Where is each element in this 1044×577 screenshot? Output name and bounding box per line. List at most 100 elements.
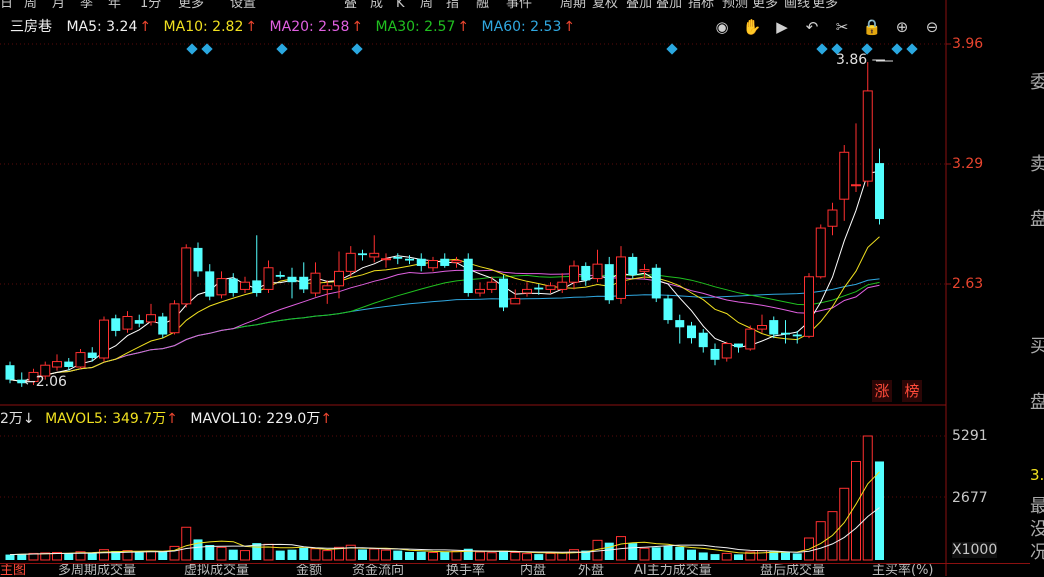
candle-body[interactable]: [604, 264, 614, 301]
candle-body[interactable]: [393, 256, 403, 259]
event-marker[interactable]: [906, 43, 918, 55]
candle-body[interactable]: [193, 247, 203, 272]
candle-body[interactable]: [405, 258, 414, 261]
volume-bar: [757, 550, 767, 561]
candle-body[interactable]: [122, 315, 133, 330]
candle-body[interactable]: [75, 352, 86, 368]
candle-body[interactable]: [734, 343, 743, 348]
event-marker[interactable]: [186, 43, 198, 55]
candle-body[interactable]: [499, 278, 508, 308]
candle-body[interactable]: [639, 269, 650, 272]
candle-body[interactable]: [146, 314, 156, 323]
event-marker[interactable]: [891, 43, 903, 55]
candle-body[interactable]: [710, 348, 720, 360]
candle-body[interactable]: [428, 260, 438, 269]
candle-body[interactable]: [463, 258, 473, 294]
ranking-badge[interactable]: 榜: [902, 380, 922, 402]
candle-body[interactable]: [745, 328, 756, 350]
candle-body[interactable]: [628, 256, 638, 275]
high-annotation: 3.86 —: [836, 52, 886, 68]
event-marker[interactable]: [276, 43, 288, 55]
candle-body[interactable]: [111, 318, 121, 331]
candle-body[interactable]: [64, 361, 74, 368]
volume-bar: [839, 487, 850, 561]
candle-body[interactable]: [381, 258, 391, 261]
candle-body[interactable]: [781, 332, 790, 335]
candle-body[interactable]: [52, 361, 62, 368]
arrow-left-icon: ←: [24, 374, 36, 390]
indicator-tab[interactable]: AI主力成交量: [634, 564, 712, 577]
candle-body[interactable]: [369, 252, 380, 258]
indicator-tab[interactable]: 主图: [0, 564, 26, 577]
indicator-tab[interactable]: 内盘: [520, 564, 546, 577]
event-marker[interactable]: [666, 43, 678, 55]
candle-body[interactable]: [675, 320, 685, 328]
candle-body[interactable]: [299, 276, 309, 290]
candle-body[interactable]: [510, 297, 521, 305]
candle-body[interactable]: [486, 281, 497, 290]
kline-chart[interactable]: [0, 0, 1044, 576]
candle-body[interactable]: [545, 285, 556, 290]
candle-body[interactable]: [334, 270, 344, 287]
candle-body[interactable]: [663, 298, 673, 321]
candle-body[interactable]: [475, 288, 485, 294]
candle-body[interactable]: [827, 209, 838, 227]
candle-body[interactable]: [769, 320, 779, 335]
indicator-tab[interactable]: 盘后成交量: [760, 564, 825, 577]
rise-list-badge[interactable]: 涨: [872, 380, 892, 402]
candle-body[interactable]: [757, 325, 767, 330]
candle-body[interactable]: [522, 288, 532, 294]
candle-body[interactable]: [451, 260, 462, 263]
candle-body[interactable]: [815, 227, 826, 278]
candle-body[interactable]: [569, 265, 579, 283]
candle-body[interactable]: [687, 325, 696, 339]
indicator-tab[interactable]: 多周期成交量: [58, 564, 136, 577]
candle-body[interactable]: [651, 267, 661, 299]
candle-body[interactable]: [698, 332, 708, 348]
candle-body[interactable]: [240, 281, 250, 290]
candle-body[interactable]: [592, 263, 603, 280]
candle-body[interactable]: [252, 280, 262, 294]
candle-body[interactable]: [158, 316, 168, 335]
candle-body[interactable]: [169, 303, 180, 334]
candle-body[interactable]: [851, 184, 861, 187]
candle-body[interactable]: [275, 274, 285, 277]
candle-body[interactable]: [557, 281, 568, 290]
indicator-tab[interactable]: 主买率(%): [872, 564, 934, 577]
candle-body[interactable]: [616, 256, 626, 299]
indicator-tab[interactable]: 金额: [296, 564, 322, 577]
candle-body[interactable]: [358, 253, 367, 256]
candle-body[interactable]: [875, 163, 884, 220]
indicator-tab[interactable]: 换手率: [446, 564, 485, 577]
candle-body[interactable]: [839, 151, 850, 200]
indicator-tab[interactable]: 虚拟成交量: [184, 564, 249, 577]
event-marker[interactable]: [201, 43, 213, 55]
indicator-tab[interactable]: 外盘: [578, 564, 604, 577]
candle-body[interactable]: [5, 365, 15, 380]
volume-bar: [522, 553, 532, 561]
volume-bar: [851, 460, 861, 561]
event-marker[interactable]: [816, 43, 828, 55]
candle-body[interactable]: [534, 287, 544, 290]
candle-body[interactable]: [216, 278, 227, 296]
candle-body[interactable]: [287, 276, 297, 283]
candle-body[interactable]: [228, 278, 238, 294]
candle-body[interactable]: [862, 90, 873, 182]
candle-body[interactable]: [134, 320, 144, 324]
event-marker[interactable]: [351, 43, 363, 55]
candle-body[interactable]: [440, 258, 450, 266]
candle-body[interactable]: [721, 343, 732, 359]
candle-body[interactable]: [310, 272, 321, 294]
candle-body[interactable]: [322, 285, 333, 290]
candle-body[interactable]: [205, 271, 215, 297]
candle-body[interactable]: [804, 276, 814, 337]
candle-body[interactable]: [792, 334, 802, 337]
candle-body[interactable]: [581, 265, 591, 281]
candle-body[interactable]: [263, 267, 274, 290]
candle-body[interactable]: [345, 252, 356, 272]
candle-body[interactable]: [87, 352, 97, 358]
indicator-tab[interactable]: 资金流向: [352, 564, 404, 577]
candle-body[interactable]: [416, 258, 426, 266]
candle-body[interactable]: [99, 319, 109, 359]
candle-body[interactable]: [181, 247, 192, 305]
